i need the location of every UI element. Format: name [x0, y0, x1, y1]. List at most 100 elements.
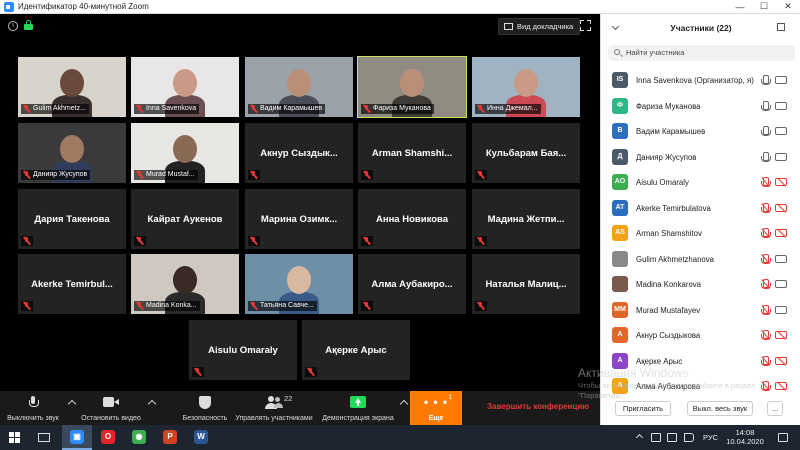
video-camera-icon[interactable] — [775, 76, 787, 84]
video-tile[interactable]: Алма Аубакиро... — [358, 254, 466, 314]
microphone-muted-icon[interactable] — [761, 329, 771, 341]
video-tile[interactable]: Дария Такенова — [18, 189, 126, 249]
video-off-icon[interactable] — [775, 177, 787, 187]
microphone-muted-icon[interactable] — [761, 380, 771, 392]
video-camera-icon[interactable] — [775, 101, 787, 110]
share-options-chevron-icon[interactable] — [399, 399, 409, 409]
video-tile[interactable]: Вадим Карамышев — [245, 57, 353, 117]
maximize-button[interactable]: ☐ — [752, 1, 776, 12]
video-camera-icon[interactable] — [775, 127, 787, 135]
microphone-muted-icon[interactable] — [761, 202, 771, 214]
video-tile[interactable]: Akerke Temirbul... — [18, 254, 126, 314]
volume-icon[interactable] — [684, 433, 694, 442]
video-tile[interactable]: Фариза Муканова — [357, 56, 467, 118]
video-off-icon[interactable] — [775, 355, 787, 366]
participant-row[interactable]: MM Murad Mustafayev — [601, 298, 800, 323]
video-tile[interactable]: Inna Savenkova — [131, 57, 239, 117]
video-tile[interactable]: Инна Джемал... — [472, 57, 580, 117]
manage-participants-button[interactable]: 22 Управлять участниками — [232, 391, 316, 425]
microphone-icon[interactable] — [761, 75, 771, 86]
video-off-icon[interactable] — [775, 381, 787, 391]
stop-video-label: Остановить видео — [81, 415, 141, 422]
minimize-button[interactable]: — — [728, 2, 752, 12]
taskbar-app[interactable]: P — [155, 425, 185, 450]
video-tile[interactable]: Кульбарам Бая... — [472, 123, 580, 183]
microphone-muted-icon — [250, 105, 257, 113]
windows-start-icon[interactable] — [9, 432, 20, 443]
video-tile[interactable]: Ақерке Арыс — [302, 320, 410, 380]
video-tile[interactable]: Акнур Сыздык... — [245, 123, 353, 183]
tile-caption-name: Вадим Карамышев — [260, 105, 323, 112]
video-tile[interactable]: Марина Озимк... — [245, 189, 353, 249]
taskbar-app[interactable]: ▣ — [62, 425, 92, 450]
participant-row[interactable]: А Акнур Сыздыкова — [601, 323, 800, 348]
task-view-icon[interactable] — [38, 433, 50, 442]
notification-icon[interactable] — [778, 433, 788, 442]
microphone-muted-icon[interactable] — [761, 227, 771, 239]
participant-row[interactable]: IS Inna Savenkova (Организатор, я) — [601, 68, 800, 93]
video-off-icon[interactable] — [775, 202, 787, 213]
microphone-muted-icon[interactable] — [761, 278, 771, 290]
participant-row[interactable]: Gulim Akhmetzhanova — [601, 247, 800, 272]
participant-row[interactable]: AS Arman Shamshitov — [601, 221, 800, 246]
invite-button[interactable]: Пригласить — [615, 401, 671, 416]
speaker-view-button[interactable]: Вид докладчика — [498, 18, 581, 35]
microphone-icon[interactable] — [761, 126, 771, 137]
battery-icon[interactable] — [651, 433, 661, 442]
microphone-muted-icon[interactable] — [761, 355, 771, 367]
input-language[interactable]: РУС — [703, 433, 718, 442]
video-tile[interactable]: Madina Konka... — [131, 254, 239, 314]
share-screen-button[interactable]: Демонстрация экрана — [318, 391, 398, 425]
video-tile[interactable]: Татьяна Савче... — [245, 254, 353, 314]
stop-video-button[interactable]: Остановить видео — [78, 391, 144, 425]
participant-search-input[interactable]: Найти участника — [608, 45, 795, 61]
video-tile[interactable]: Murad Mustaf... — [131, 123, 239, 183]
video-tile[interactable]: Наталья Малиц... — [472, 254, 580, 314]
video-tile[interactable]: Arman Shamshi... — [358, 123, 466, 183]
taskbar-app[interactable]: ◉ — [124, 425, 154, 450]
microphone-muted-icon[interactable] — [761, 304, 771, 316]
mute-all-button[interactable]: Выкл. весь звук — [687, 401, 753, 416]
security-button[interactable]: Безопасность — [174, 391, 236, 425]
video-options-chevron-icon[interactable] — [147, 399, 157, 409]
taskbar-app[interactable]: W — [186, 425, 216, 450]
mute-button[interactable]: Выключить звук — [0, 391, 66, 425]
video-camera-icon[interactable] — [775, 254, 787, 263]
participant-row[interactable]: AT Akerke Temirbulatova — [601, 196, 800, 221]
video-camera-icon[interactable] — [775, 280, 787, 288]
participant-row[interactable]: AO Aisulu Omaraly — [601, 170, 800, 195]
network-icon[interactable] — [667, 433, 677, 442]
info-icon[interactable]: i — [8, 21, 18, 31]
system-clock[interactable]: 14:08 10.04.2020 — [722, 428, 768, 446]
tray-overflow-chevron-icon[interactable] — [635, 433, 644, 442]
audio-options-chevron-icon[interactable] — [67, 399, 77, 409]
video-tile[interactable]: Gulim Akhmetz... — [18, 57, 126, 117]
popout-icon[interactable] — [777, 23, 785, 31]
video-camera-icon[interactable] — [775, 305, 787, 314]
participant-row[interactable]: Д Данияр Жусупов — [601, 145, 800, 170]
video-tile[interactable]: Данияр Жусупов — [18, 123, 126, 183]
video-tile[interactable]: Анна Новикова — [358, 189, 466, 249]
panel-more-button[interactable]: ... — [767, 401, 783, 416]
lock-icon[interactable] — [24, 20, 33, 30]
participant-row[interactable]: Madina Konkarova — [601, 272, 800, 297]
fullscreen-icon[interactable] — [580, 20, 591, 31]
participant-row[interactable]: В Вадим Карамышев — [601, 119, 800, 144]
video-off-icon[interactable] — [775, 228, 787, 238]
end-meeting-button[interactable]: Завершить конференцию — [487, 402, 589, 411]
participant-row[interactable]: Ф Фариза Муканова — [601, 94, 800, 119]
taskbar-app[interactable]: O — [93, 425, 123, 450]
video-camera-icon[interactable] — [775, 152, 787, 161]
more-button[interactable]: • • • 1 Еще — [410, 391, 462, 425]
microphone-icon[interactable] — [761, 100, 771, 112]
microphone-muted-icon — [23, 171, 30, 179]
microphone-muted-icon[interactable] — [761, 253, 771, 265]
participant-name: Ақерке Арыс — [636, 356, 683, 366]
video-off-icon[interactable] — [775, 330, 787, 340]
video-tile[interactable]: Кайрат Аукенов — [131, 189, 239, 249]
close-button[interactable]: ✕ — [776, 1, 800, 12]
microphone-icon[interactable] — [761, 151, 771, 163]
video-tile[interactable]: Aisulu Omaraly — [189, 320, 297, 380]
video-tile[interactable]: Мадина Жетпи... — [472, 189, 580, 249]
microphone-muted-icon[interactable] — [761, 176, 771, 188]
